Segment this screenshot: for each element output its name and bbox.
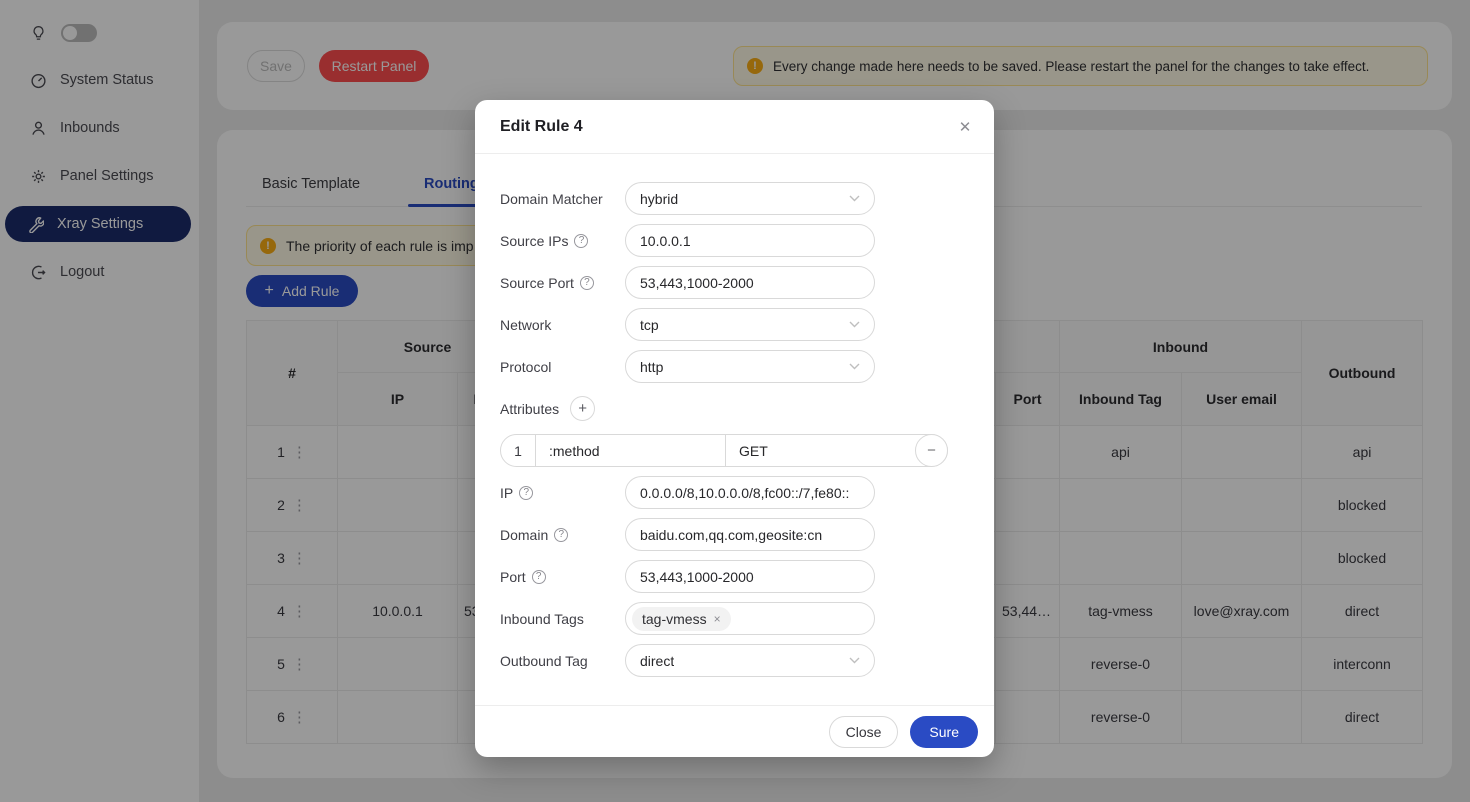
- attributes-label: Attributes: [500, 401, 559, 417]
- chevron-down-icon: [849, 363, 860, 370]
- field-label: Domain: [500, 527, 548, 543]
- input-value: baidu.com,qq.com,geosite:cn: [640, 527, 822, 543]
- field-outbound-tag: Outbound Tag direct: [500, 644, 969, 677]
- input-value: 53,443,1000-2000: [640, 569, 754, 585]
- field-label: Source Port: [500, 275, 574, 291]
- field-label: Outbound Tag: [500, 653, 625, 669]
- field-protocol: Protocol http: [500, 350, 969, 383]
- help-icon[interactable]: ?: [574, 234, 588, 248]
- field-label: Port: [500, 569, 526, 585]
- edit-rule-modal: Edit Rule 4 ✕ Domain Matcher hybrid Sour…: [475, 100, 994, 757]
- domain-input[interactable]: baidu.com,qq.com,geosite:cn: [625, 518, 875, 551]
- chevron-down-icon: [849, 195, 860, 202]
- field-ip: IP? 0.0.0.0/8,10.0.0.0/8,fc00::/7,fe80::: [500, 476, 969, 509]
- field-label: Network: [500, 317, 625, 333]
- minus-icon: −: [927, 442, 936, 459]
- field-source-ips: Source IPs? 10.0.0.1: [500, 224, 969, 257]
- attribute-row: 1 :method GET −: [500, 434, 948, 467]
- help-icon[interactable]: ?: [580, 276, 594, 290]
- modal-close-button[interactable]: Close: [829, 716, 899, 748]
- modal-header: Edit Rule 4 ✕: [475, 100, 994, 154]
- select-value: tcp: [640, 317, 659, 333]
- field-source-port: Source Port? 53,443,1000-2000: [500, 266, 969, 299]
- chevron-down-icon: [849, 657, 860, 664]
- modal-sure-button[interactable]: Sure: [910, 716, 978, 748]
- field-label: IP: [500, 485, 513, 501]
- outbound-tag-select[interactable]: direct: [625, 644, 875, 677]
- tag-label: tag-vmess: [642, 611, 707, 627]
- source-port-input[interactable]: 53,443,1000-2000: [625, 266, 875, 299]
- input-value: 0.0.0.0/8,10.0.0.0/8,fc00::/7,fe80::: [640, 485, 849, 501]
- select-value: direct: [640, 653, 674, 669]
- modal-body: Domain Matcher hybrid Source IPs? 10.0.0…: [475, 154, 994, 677]
- help-icon[interactable]: ?: [519, 486, 533, 500]
- tag-chip: tag-vmess ×: [632, 607, 731, 631]
- modal-title: Edit Rule 4: [500, 118, 583, 136]
- domain-matcher-select[interactable]: hybrid: [625, 182, 875, 215]
- attribute-input-group: 1 :method GET: [500, 434, 948, 467]
- input-value: 10.0.0.1: [640, 233, 691, 249]
- input-value: :method: [549, 443, 600, 459]
- chevron-down-icon: [849, 321, 860, 328]
- field-domain-matcher: Domain Matcher hybrid: [500, 182, 969, 215]
- network-select[interactable]: tcp: [625, 308, 875, 341]
- plus-icon: +: [578, 400, 587, 417]
- port-input[interactable]: 53,443,1000-2000: [625, 560, 875, 593]
- help-icon[interactable]: ?: [532, 570, 546, 584]
- field-port: Port? 53,443,1000-2000: [500, 560, 969, 593]
- field-label: Source IPs: [500, 233, 568, 249]
- tag-remove-icon[interactable]: ×: [714, 612, 721, 626]
- field-label: Protocol: [500, 359, 625, 375]
- attribute-index: 1: [501, 435, 536, 466]
- select-value: http: [640, 359, 663, 375]
- ip-input[interactable]: 0.0.0.0/8,10.0.0.0/8,fc00::/7,fe80::: [625, 476, 875, 509]
- field-domain: Domain? baidu.com,qq.com,geosite:cn: [500, 518, 969, 551]
- inbound-tags-select[interactable]: tag-vmess ×: [625, 602, 875, 635]
- attributes-header: Attributes +: [500, 392, 969, 425]
- input-value: GET: [739, 443, 768, 459]
- protocol-select[interactable]: http: [625, 350, 875, 383]
- attribute-key-input[interactable]: :method: [536, 435, 726, 466]
- app: System Status Inbounds Panel Settings Xr…: [0, 0, 1470, 802]
- close-icon[interactable]: ✕: [955, 117, 975, 137]
- field-label: Domain Matcher: [500, 191, 625, 207]
- input-value: 53,443,1000-2000: [640, 275, 754, 291]
- help-icon[interactable]: ?: [554, 528, 568, 542]
- add-attribute-button[interactable]: +: [570, 396, 595, 421]
- remove-attribute-button[interactable]: −: [915, 434, 948, 467]
- field-network: Network tcp: [500, 308, 969, 341]
- attribute-value-input[interactable]: GET: [726, 435, 947, 466]
- select-value: hybrid: [640, 191, 678, 207]
- field-inbound-tags: Inbound Tags tag-vmess ×: [500, 602, 969, 635]
- source-ips-input[interactable]: 10.0.0.1: [625, 224, 875, 257]
- modal-footer: Close Sure: [475, 705, 994, 757]
- field-label: Inbound Tags: [500, 611, 625, 627]
